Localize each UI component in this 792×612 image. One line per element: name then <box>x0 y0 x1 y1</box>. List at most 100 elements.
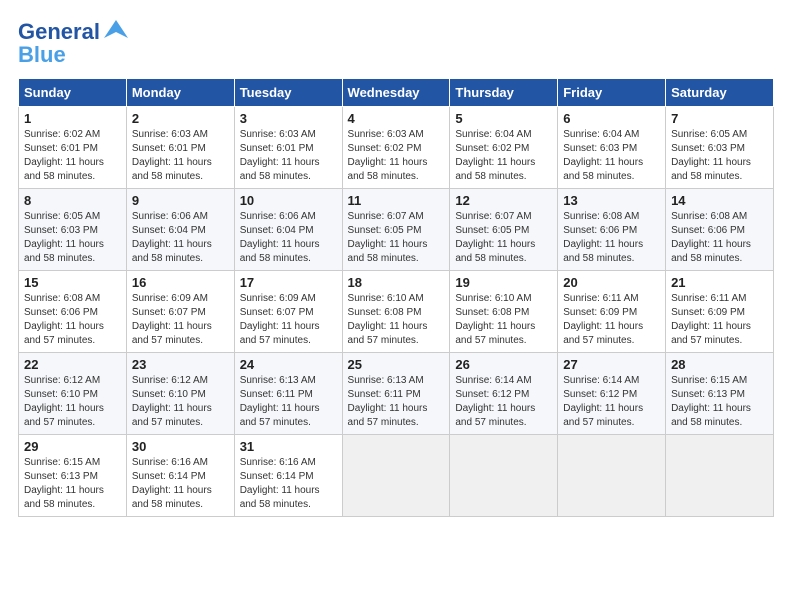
day-cell: 5 Sunrise: 6:04 AM Sunset: 6:02 PM Daylig… <box>450 107 558 189</box>
day-cell: 28 Sunrise: 6:15 AM Sunset: 6:13 PM Dayli… <box>666 353 774 435</box>
day-cell: 16 Sunrise: 6:09 AM Sunset: 6:07 PM Dayli… <box>126 271 234 353</box>
day-detail: Sunrise: 6:09 AM Sunset: 6:07 PM Dayligh… <box>132 293 212 346</box>
day-cell: 15 Sunrise: 6:08 AM Sunset: 6:06 PM Dayli… <box>19 271 127 353</box>
day-detail: Sunrise: 6:07 AM Sunset: 6:05 PM Dayligh… <box>348 211 428 264</box>
day-number: 5 <box>455 111 552 126</box>
day-detail: Sunrise: 6:03 AM Sunset: 6:02 PM Dayligh… <box>348 129 428 182</box>
day-detail: Sunrise: 6:16 AM Sunset: 6:14 PM Dayligh… <box>240 457 320 510</box>
day-number: 31 <box>240 439 337 454</box>
week-row-2: 8Sunrise: 6:05 AM Sunset: 6:03 PM Daylig… <box>19 189 774 271</box>
day-number: 6 <box>563 111 660 126</box>
day-cell: 10 Sunrise: 6:06 AM Sunset: 6:04 PM Dayli… <box>234 189 342 271</box>
day-cell: 12Sunrise: 6:07 AM Sunset: 6:05 PM Dayli… <box>450 189 558 271</box>
day-number: 28 <box>671 357 768 372</box>
day-cell: 19Sunrise: 6:10 AM Sunset: 6:08 PM Dayli… <box>450 271 558 353</box>
day-cell: 17 Sunrise: 6:09 AM Sunset: 6:07 PM Dayli… <box>234 271 342 353</box>
day-detail: Sunrise: 6:15 AM Sunset: 6:13 PM Dayligh… <box>24 457 104 510</box>
day-cell <box>450 435 558 517</box>
col-header-tuesday: Tuesday <box>234 79 342 107</box>
day-cell: 26 Sunrise: 6:14 AM Sunset: 6:12 PM Dayli… <box>450 353 558 435</box>
header: General Blue <box>18 18 774 68</box>
day-number: 18 <box>348 275 445 290</box>
day-cell: 14 Sunrise: 6:08 AM Sunset: 6:06 PM Dayli… <box>666 189 774 271</box>
col-header-friday: Friday <box>558 79 666 107</box>
day-number: 16 <box>132 275 229 290</box>
day-cell: 22 Sunrise: 6:12 AM Sunset: 6:10 PM Dayli… <box>19 353 127 435</box>
day-detail: Sunrise: 6:05 AM Sunset: 6:03 PM Dayligh… <box>24 211 104 264</box>
col-header-monday: Monday <box>126 79 234 107</box>
day-detail: Sunrise: 6:14 AM Sunset: 6:12 PM Dayligh… <box>563 375 643 428</box>
logo-bird-icon <box>102 18 130 46</box>
day-cell: 29 Sunrise: 6:15 AM Sunset: 6:13 PM Dayli… <box>19 435 127 517</box>
day-cell: 18Sunrise: 6:10 AM Sunset: 6:08 PM Dayli… <box>342 271 450 353</box>
day-number: 21 <box>671 275 768 290</box>
day-number: 26 <box>455 357 552 372</box>
day-number: 24 <box>240 357 337 372</box>
day-cell: 4 Sunrise: 6:03 AM Sunset: 6:02 PM Daylig… <box>342 107 450 189</box>
day-number: 22 <box>24 357 121 372</box>
page: General Blue SundayMondayTuesdayWednesda… <box>0 0 792 612</box>
day-detail: Sunrise: 6:04 AM Sunset: 6:03 PM Dayligh… <box>563 129 643 182</box>
day-cell <box>666 435 774 517</box>
day-number: 9 <box>132 193 229 208</box>
day-detail: Sunrise: 6:11 AM Sunset: 6:09 PM Dayligh… <box>563 293 643 346</box>
day-cell: 11 Sunrise: 6:07 AM Sunset: 6:05 PM Dayli… <box>342 189 450 271</box>
day-cell: 8Sunrise: 6:05 AM Sunset: 6:03 PM Daylig… <box>19 189 127 271</box>
day-detail: Sunrise: 6:08 AM Sunset: 6:06 PM Dayligh… <box>671 211 751 264</box>
day-detail: Sunrise: 6:04 AM Sunset: 6:02 PM Dayligh… <box>455 129 535 182</box>
day-detail: Sunrise: 6:14 AM Sunset: 6:12 PM Dayligh… <box>455 375 535 428</box>
day-number: 10 <box>240 193 337 208</box>
week-row-3: 15 Sunrise: 6:08 AM Sunset: 6:06 PM Dayli… <box>19 271 774 353</box>
week-row-4: 22 Sunrise: 6:12 AM Sunset: 6:10 PM Dayli… <box>19 353 774 435</box>
day-detail: Sunrise: 6:09 AM Sunset: 6:07 PM Dayligh… <box>240 293 320 346</box>
day-cell: 30 Sunrise: 6:16 AM Sunset: 6:14 PM Dayli… <box>126 435 234 517</box>
day-number: 30 <box>132 439 229 454</box>
day-number: 7 <box>671 111 768 126</box>
day-number: 4 <box>348 111 445 126</box>
day-detail: Sunrise: 6:13 AM Sunset: 6:11 PM Dayligh… <box>240 375 320 428</box>
day-detail: Sunrise: 6:16 AM Sunset: 6:14 PM Dayligh… <box>132 457 212 510</box>
day-cell: 1Sunrise: 6:02 AM Sunset: 6:01 PM Daylig… <box>19 107 127 189</box>
day-number: 29 <box>24 439 121 454</box>
day-number: 17 <box>240 275 337 290</box>
day-detail: Sunrise: 6:11 AM Sunset: 6:09 PM Dayligh… <box>671 293 751 346</box>
col-header-saturday: Saturday <box>666 79 774 107</box>
column-headers-row: SundayMondayTuesdayWednesdayThursdayFrid… <box>19 79 774 107</box>
day-detail: Sunrise: 6:08 AM Sunset: 6:06 PM Dayligh… <box>24 293 104 346</box>
col-header-thursday: Thursday <box>450 79 558 107</box>
day-detail: Sunrise: 6:03 AM Sunset: 6:01 PM Dayligh… <box>132 129 212 182</box>
day-number: 14 <box>671 193 768 208</box>
day-cell: 6 Sunrise: 6:04 AM Sunset: 6:03 PM Daylig… <box>558 107 666 189</box>
day-detail: Sunrise: 6:13 AM Sunset: 6:11 PM Dayligh… <box>348 375 428 428</box>
day-number: 23 <box>132 357 229 372</box>
col-header-wednesday: Wednesday <box>342 79 450 107</box>
day-cell <box>342 435 450 517</box>
day-detail: Sunrise: 6:12 AM Sunset: 6:10 PM Dayligh… <box>132 375 212 428</box>
logo: General Blue <box>18 18 130 68</box>
day-cell: 20Sunrise: 6:11 AM Sunset: 6:09 PM Dayli… <box>558 271 666 353</box>
day-number: 3 <box>240 111 337 126</box>
calendar-table: SundayMondayTuesdayWednesdayThursdayFrid… <box>18 78 774 517</box>
day-cell: 23 Sunrise: 6:12 AM Sunset: 6:10 PM Dayli… <box>126 353 234 435</box>
day-number: 13 <box>563 193 660 208</box>
day-cell: 13Sunrise: 6:08 AM Sunset: 6:06 PM Dayli… <box>558 189 666 271</box>
day-detail: Sunrise: 6:10 AM Sunset: 6:08 PM Dayligh… <box>455 293 535 346</box>
week-row-5: 29 Sunrise: 6:15 AM Sunset: 6:13 PM Dayli… <box>19 435 774 517</box>
logo-blue: Blue <box>18 42 66 68</box>
day-detail: Sunrise: 6:15 AM Sunset: 6:13 PM Dayligh… <box>671 375 751 428</box>
day-cell: 31 Sunrise: 6:16 AM Sunset: 6:14 PM Dayli… <box>234 435 342 517</box>
day-number: 12 <box>455 193 552 208</box>
day-number: 1 <box>24 111 121 126</box>
day-detail: Sunrise: 6:06 AM Sunset: 6:04 PM Dayligh… <box>240 211 320 264</box>
day-cell: 9Sunrise: 6:06 AM Sunset: 6:04 PM Daylig… <box>126 189 234 271</box>
day-cell: 21 Sunrise: 6:11 AM Sunset: 6:09 PM Dayli… <box>666 271 774 353</box>
col-header-sunday: Sunday <box>19 79 127 107</box>
day-detail: Sunrise: 6:12 AM Sunset: 6:10 PM Dayligh… <box>24 375 104 428</box>
week-row-1: 1Sunrise: 6:02 AM Sunset: 6:01 PM Daylig… <box>19 107 774 189</box>
day-number: 15 <box>24 275 121 290</box>
day-detail: Sunrise: 6:05 AM Sunset: 6:03 PM Dayligh… <box>671 129 751 182</box>
day-cell <box>558 435 666 517</box>
day-cell: 24 Sunrise: 6:13 AM Sunset: 6:11 PM Dayli… <box>234 353 342 435</box>
day-number: 11 <box>348 193 445 208</box>
calendar-body: 1Sunrise: 6:02 AM Sunset: 6:01 PM Daylig… <box>19 107 774 517</box>
